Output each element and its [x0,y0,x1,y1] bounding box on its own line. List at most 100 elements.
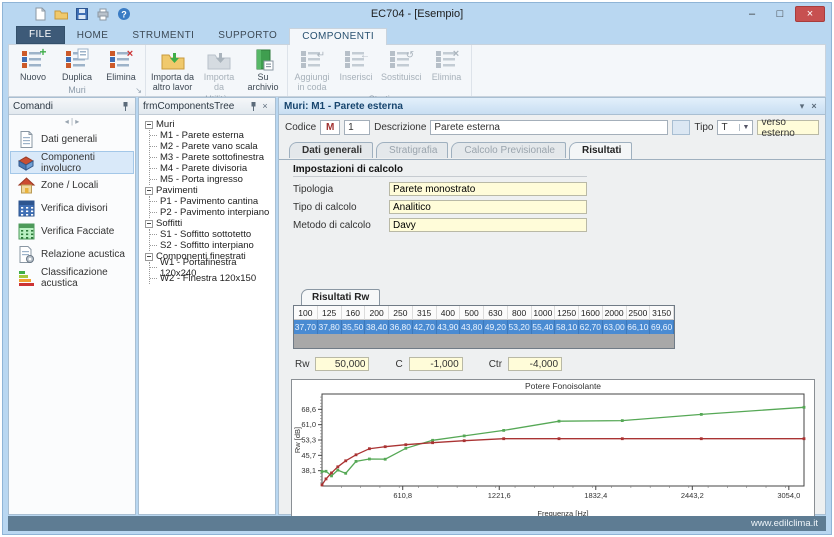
codice-label: Codice [285,122,316,133]
tipologia-field[interactable]: Parete monostrato [389,182,587,196]
pin-icon[interactable] [119,100,131,112]
close-panel-icon[interactable]: × [808,100,820,112]
list-copy-icon [58,47,96,73]
tree-item-label: M4 - Parete divisoria [160,163,247,174]
elimina-button[interactable]: × Elimina [99,46,143,84]
close-button[interactable]: × [795,6,825,22]
minimize-button[interactable]: – [739,6,765,22]
metodo-di-calcolo-field[interactable]: Davy [389,218,587,232]
sidebar-item-verifica-divisori[interactable]: Verifica divisori [10,197,134,220]
tipo-select[interactable]: T▼ [717,120,753,135]
sidebar-item-dati-generali[interactable]: Dati generali [10,128,134,151]
table-values-row[interactable]: 37,7037,8035,5038,4036,8042,7043,9043,80… [294,320,674,334]
collapse-icon[interactable] [145,187,153,195]
verso-field[interactable]: verso esterno [757,120,819,135]
sidebar-item-relazione-acustica[interactable]: Relazione acustica [10,243,134,266]
rw-value-field[interactable]: 50,000 [315,357,369,371]
tree-item-label: P2 - Pavimento interpiano [160,207,269,218]
help-icon[interactable]: ? [117,7,131,21]
tree-item-label: M5 - Porta ingresso [160,174,243,185]
ribbon-tab-home[interactable]: HOME [65,28,121,44]
sidebar-item-zone-locali[interactable]: Zone / Locali [10,174,134,197]
tipo-di-calcolo-field[interactable]: Analitico [389,200,587,214]
tab-dati-generali[interactable]: Dati generali [289,142,373,158]
new-document-icon[interactable] [33,7,47,21]
grid-blue-icon [17,199,36,218]
tree-node-soffitti[interactable]: Soffitti [145,218,273,229]
ctr-value-field[interactable]: -4,000 [508,357,562,371]
print-icon[interactable] [96,7,110,21]
tree-node-muri[interactable]: Muri [145,119,273,130]
impostazioni-title: Impostazioni di calcolo [293,164,587,177]
su-archivio-button[interactable]: Su archivio [241,46,285,93]
folder-import-icon [151,47,194,73]
detail-tabs: Dati generaliStratigrafiaCalcolo Previsi… [279,140,825,158]
tree-node-pavimenti[interactable]: Pavimenti [145,185,273,196]
tree-item-label: P1 - Pavimento cantina [160,196,258,207]
tree-item-s1-soffitto-sottotetto[interactable]: S1 - Soffitto sottotetto [150,229,273,240]
ribbon-tab-file[interactable]: FILE [16,26,65,44]
ctr-label: Ctr [489,359,502,370]
list-replace-icon: ↺ [381,47,422,73]
rw-value-cell: 43,90 [437,320,461,334]
tree-item-m1-parete-esterna[interactable]: M1 - Parete esterna [150,130,273,141]
tree-item-m4-parete-divisoria[interactable]: M4 - Parete divisoria [150,163,273,174]
splitter-toggle-icon[interactable]: ◂ | ▸ [9,115,135,128]
dropdown-icon[interactable]: ▾ [796,100,808,112]
pin-icon[interactable] [247,100,259,112]
tree-children: W1 - Portafinestra 120x240W2 - Finestra … [149,262,273,284]
importa-da-altro-lavor-button[interactable]: Importa da altro lavor [148,46,197,93]
dialog-launcher-icon[interactable]: ↘ [135,87,142,95]
ribbon-tab-supporto[interactable]: SUPPORTO [206,28,289,44]
open-folder-icon[interactable] [54,7,68,21]
sidebar-item-verifica-facciate[interactable]: Verifica Facciate [10,220,134,243]
tree-item-label: M1 - Parete esterna [160,130,244,141]
tree-item-s2-soffitto-interpiano[interactable]: S2 - Soffitto interpiano [150,240,273,251]
codice-number-field[interactable]: 1 [344,120,370,135]
tree-item-w2-finestra-120x150[interactable]: W2 - Finestra 120x150 [150,273,273,284]
impostazioni-groupbox: Impostazioni di calcolo TipologiaParete … [293,164,587,234]
tree-item-m2-parete-vano-scala[interactable]: M2 - Parete vano scala [150,141,273,152]
impostazione-tipologia: TipologiaParete monostrato [293,180,587,198]
rw-value-cell: 43,80 [460,320,484,334]
tab-risultati[interactable]: Risultati [569,142,632,159]
group-buttons: +NuovoDuplica × Elimina [11,46,143,84]
field-label: Metodo di calcolo [293,220,389,231]
title-bar: ? EC704 - [Esempio] – □ × [3,3,831,25]
ribbon-tab-componenti[interactable]: COMPONENTI [289,28,387,45]
c-value-field[interactable]: -1,000 [409,357,463,371]
collapse-icon[interactable] [145,121,153,129]
tree-item-p1-pavimento-cantina[interactable]: P1 - Pavimento cantina [150,196,273,207]
risultati-table: 1001251602002503154005006308001000125016… [293,305,675,349]
color-box-field[interactable] [672,120,690,135]
components-tree-panel: frmComponentsTree × MuriM1 - Parete este… [138,97,276,515]
button-label: Elimina [102,73,140,83]
house-icon [17,176,36,195]
tree-header: frmComponentsTree × [139,98,275,115]
importa-da-button: Importa da [197,46,241,93]
ribbon-tab-strumenti[interactable]: STRUMENTI [120,28,206,44]
collapse-icon[interactable] [145,253,153,261]
svg-text:×: × [127,48,133,60]
duplica-button[interactable]: Duplica [55,46,99,84]
tab-risultati-rw[interactable]: Risultati Rw [301,289,380,305]
close-panel-icon[interactable]: × [259,100,271,112]
nuovo-button[interactable]: +Nuovo [11,46,55,84]
codice-prefix-field[interactable]: M [320,120,340,135]
status-link[interactable]: www.edilclima.it [751,518,818,529]
tree-item-m5-porta-ingresso[interactable]: M5 - Porta ingresso [150,174,273,185]
tree-item-m3-parete-sottofinestra[interactable]: M3 - Parete sottofinestra [150,152,273,163]
sidebar-item-componenti-involucro[interactable]: Componenti involucro [10,151,134,174]
button-label: Sostituisci [381,73,422,83]
save-icon[interactable] [75,7,89,21]
rw-value-cell: 38,40 [365,320,389,334]
tree-item-label: S2 - Soffitto interpiano [160,240,254,251]
descrizione-field[interactable]: Parete esterna [430,120,668,135]
collapse-icon[interactable] [145,220,153,228]
maximize-button[interactable]: □ [767,6,793,22]
tree-item-p2-pavimento-interpiano[interactable]: P2 - Pavimento interpiano [150,207,273,218]
button-label: Elimina [428,73,466,83]
tree-item-w1-portafinestra-120x240[interactable]: W1 - Portafinestra 120x240 [150,262,273,273]
sidebar-item-classificazione-acustica[interactable]: Classificazione acustica [10,266,134,289]
sidebar-header: Comandi [9,98,135,115]
